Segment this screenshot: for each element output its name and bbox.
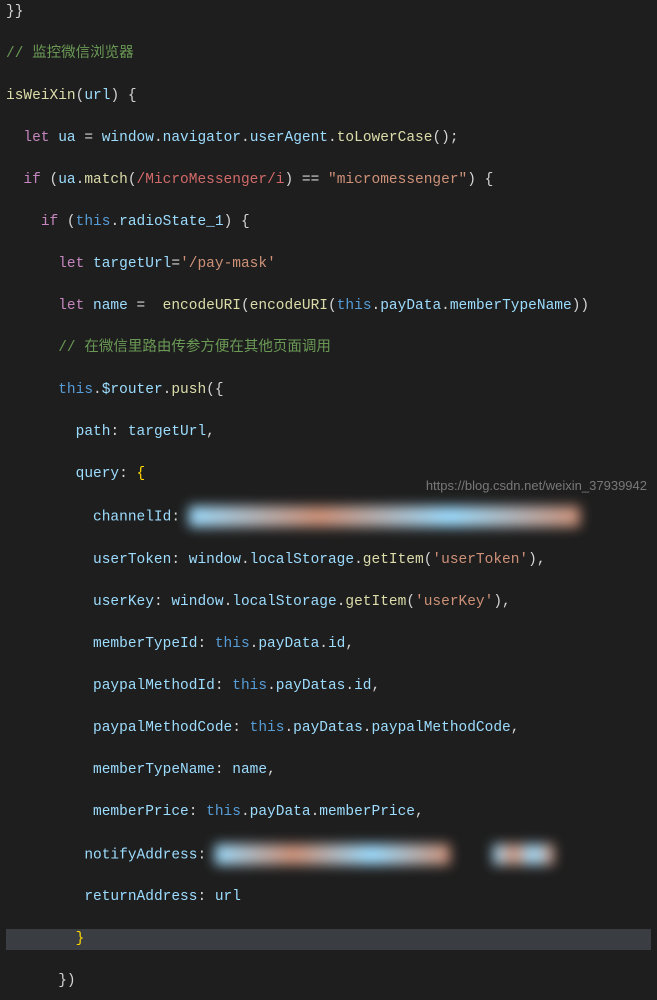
- code-line: if (ua.match(/MicroMessenger/i) == "micr…: [6, 170, 651, 191]
- code-line: returnAddress: url: [6, 887, 651, 908]
- code-line: memberTypeId: this.payData.id,: [6, 634, 651, 655]
- code-line: if (this.radioState_1) {: [6, 212, 651, 233]
- code-line: memberTypeName: name,: [6, 760, 651, 781]
- code-line: this.$router.push({: [6, 380, 651, 401]
- code-line: // 在微信里路由传参方便在其他页面调用: [6, 338, 651, 359]
- code-line: isWeiXin(url) {: [6, 86, 651, 107]
- code-line: let name = encodeURI(encodeURI(this.payD…: [6, 296, 651, 317]
- code-line: channelId: xxxxxxxxxxxxxxxxxxxxxxxxxxxxx…: [6, 506, 651, 528]
- code-line: paypalMethodId: this.payDatas.id,: [6, 676, 651, 697]
- code-line: path: targetUrl,: [6, 422, 651, 443]
- code-line: }): [6, 971, 651, 992]
- code-line: userKey: window.localStorage.getItem('us…: [6, 592, 651, 613]
- blurred-content: xxxxxxxxxxxxxxxxxxxxxxxxxxx: [215, 844, 450, 865]
- code-line: let targetUrl='/pay-mask': [6, 254, 651, 275]
- blurred-content: xxxxxxxxxxxxxxxxxxxxxxxxxxxxxxxxxxxxxxxx…: [189, 506, 581, 527]
- code-line: let ua = window.navigator.userAgent.toLo…: [6, 128, 651, 149]
- code-line: memberPrice: this.payData.memberPrice,: [6, 802, 651, 823]
- blurred-content: xxxxxxx: [493, 844, 554, 865]
- code-editor[interactable]: }} // 监控微信浏览器 isWeiXin(url) { let ua = w…: [0, 0, 657, 1000]
- watermark-text: https://blog.csdn.net/weixin_37939942: [426, 477, 647, 496]
- code-line: paypalMethodCode: this.payDatas.paypalMe…: [6, 718, 651, 739]
- code-line: // 监控微信浏览器: [6, 44, 651, 65]
- code-line: userToken: window.localStorage.getItem('…: [6, 550, 651, 571]
- code-line-cursor: }: [6, 929, 651, 950]
- code-line: }}: [6, 2, 651, 23]
- code-line: notifyAddress: xxxxxxxxxxxxxxxxxxxxxxxxx…: [6, 844, 651, 866]
